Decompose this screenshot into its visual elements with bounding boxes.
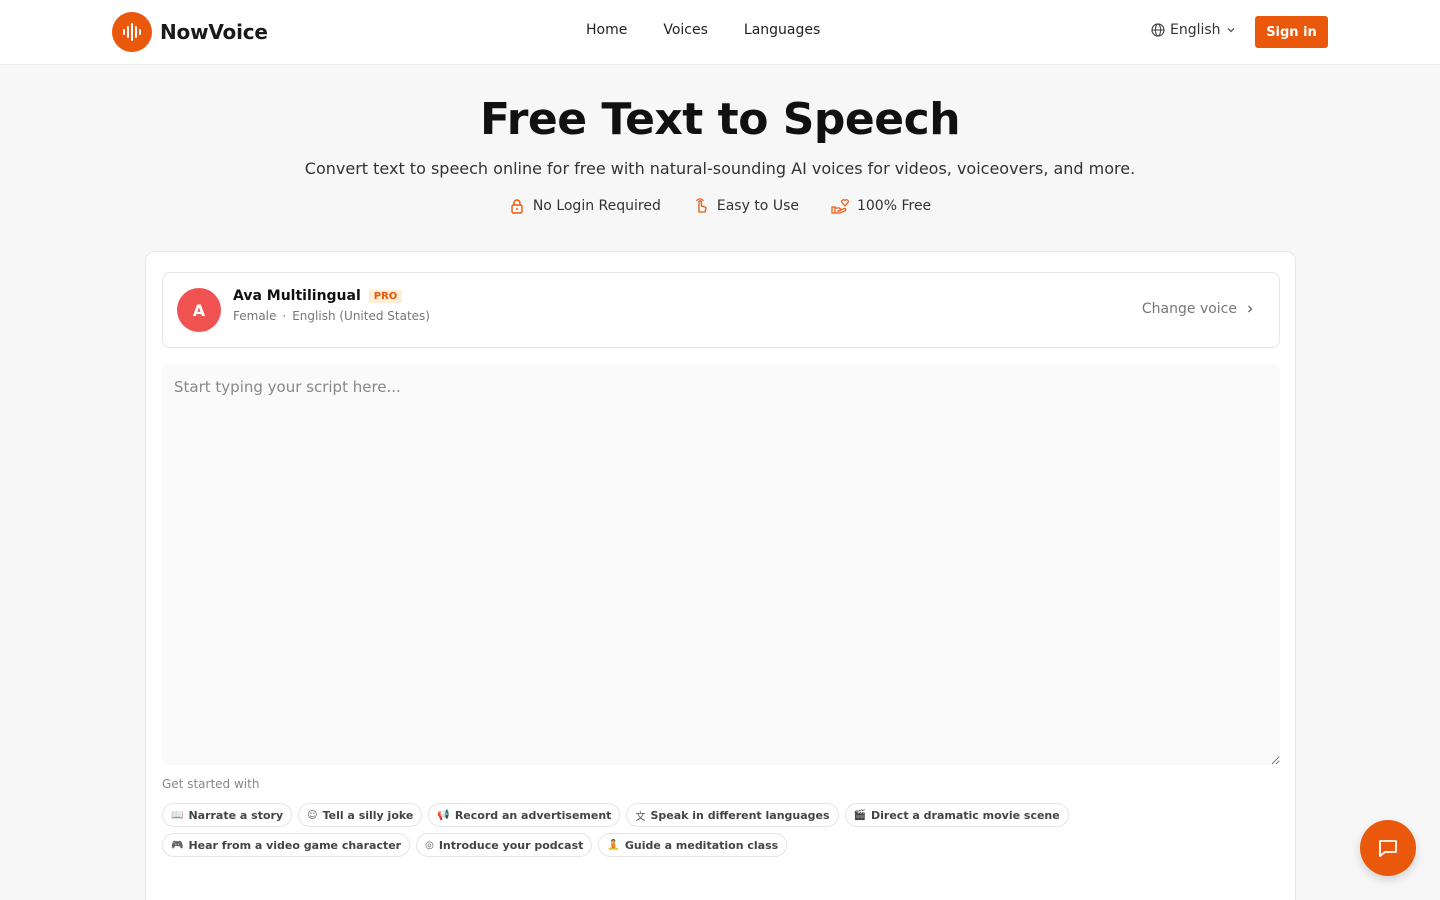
chip-row-2: 🎮 Hear from a video game character ◎ Int… <box>162 833 1262 857</box>
chip-languages[interactable]: 文 Speak in different languages <box>626 803 839 827</box>
language-selector[interactable]: English <box>1151 22 1236 38</box>
feature-label: 100% Free <box>856 198 932 214</box>
voice-name-row: Ava Multilingual PRO <box>233 288 403 304</box>
megaphone-icon: 📢 <box>437 809 450 821</box>
change-voice-label: Change voice <box>1141 301 1237 317</box>
page-subtitle: Convert text to speech online for free w… <box>304 159 1136 178</box>
chip-label: Record an advertisement <box>454 808 612 822</box>
pro-badge: PRO <box>368 289 403 303</box>
chat-icon <box>1379 840 1397 857</box>
chat-button[interactable] <box>1360 820 1416 876</box>
chip-meditation[interactable]: 🧘 Guide a meditation class <box>598 833 788 857</box>
chip-label: Narrate a story <box>188 808 284 822</box>
chevron-right-icon <box>1248 305 1253 313</box>
main-nav: Home Voices Languages <box>586 22 820 38</box>
nav-home[interactable]: Home <box>586 22 627 38</box>
nav-languages[interactable]: Languages <box>744 22 820 38</box>
nav-voices[interactable]: Voices <box>663 22 708 38</box>
voice-gender: Female <box>233 309 277 323</box>
get-started-label: Get started with <box>162 777 260 791</box>
chip-game-character[interactable]: 🎮 Hear from a video game character <box>162 833 411 857</box>
page-title: Free Text to Speech <box>479 94 961 145</box>
language-label: English <box>1170 22 1221 38</box>
chip-narrate-story[interactable]: 📖 Narrate a story <box>162 803 293 827</box>
hand-heart-icon <box>831 199 849 214</box>
voice-meta: Female · English (United States) <box>233 309 430 323</box>
prompt-chips: 📖 Narrate a story ☺ Tell a silly joke 📢 … <box>162 803 1262 863</box>
globe-icon <box>1151 23 1165 37</box>
voice-locale: English (United States) <box>292 309 430 323</box>
gamepad-icon: 🎮 <box>171 839 184 851</box>
soundwave-icon <box>112 12 152 52</box>
voice-avatar: A <box>177 288 221 332</box>
chip-row-1: 📖 Narrate a story ☺ Tell a silly joke 📢 … <box>162 803 1262 827</box>
chip-label: Introduce your podcast <box>438 838 584 852</box>
chip-silly-joke[interactable]: ☺ Tell a silly joke <box>298 803 423 827</box>
chip-label: Speak in different languages <box>650 808 830 822</box>
brand-logo[interactable]: NowVoice <box>112 12 268 52</box>
feature-no-login: No Login Required <box>509 198 661 214</box>
pointer-hand-icon <box>695 198 707 213</box>
voice-name: Ava Multilingual <box>233 288 361 304</box>
top-header: NowVoice Home Voices Languages English S… <box>0 0 1440 65</box>
podcast-icon: ◎ <box>425 839 434 851</box>
feature-free: 100% Free <box>831 198 931 214</box>
feature-label: No Login Required <box>532 198 661 214</box>
chip-label: Guide a meditation class <box>624 838 779 852</box>
book-icon: 📖 <box>171 809 184 821</box>
smile-icon: ☺ <box>307 809 318 821</box>
sign-in-button[interactable]: Sign in <box>1255 16 1328 48</box>
chevron-down-icon <box>1227 28 1235 33</box>
chip-advertisement[interactable]: 📢 Record an advertisement <box>428 803 621 827</box>
tts-card: A Ava Multilingual PRO Female · English … <box>145 251 1296 900</box>
script-input[interactable] <box>162 364 1280 765</box>
chip-label: Hear from a video game character <box>188 838 402 852</box>
translate-icon: 文 <box>635 811 646 823</box>
chip-movie-scene[interactable]: 🎬 Direct a dramatic movie scene <box>844 803 1069 827</box>
feature-label: Easy to Use <box>716 198 799 214</box>
chip-label: Tell a silly joke <box>322 808 414 822</box>
feature-easy: Easy to Use <box>693 198 799 214</box>
feature-list: No Login Required Easy to Use 100% Free <box>0 198 1440 214</box>
change-voice-button[interactable]: Change voice <box>1142 301 1255 317</box>
clapperboard-icon: 🎬 <box>853 809 867 821</box>
meditation-icon: 🧘 <box>607 839 620 851</box>
voice-selector[interactable]: A Ava Multilingual PRO Female · English … <box>162 272 1280 348</box>
chip-podcast[interactable]: ◎ Introduce your podcast <box>416 833 593 857</box>
meta-separator: · <box>282 309 287 323</box>
chip-label: Direct a dramatic movie scene <box>871 808 1060 822</box>
brand-name: NowVoice <box>160 20 268 44</box>
lock-icon <box>511 199 523 214</box>
